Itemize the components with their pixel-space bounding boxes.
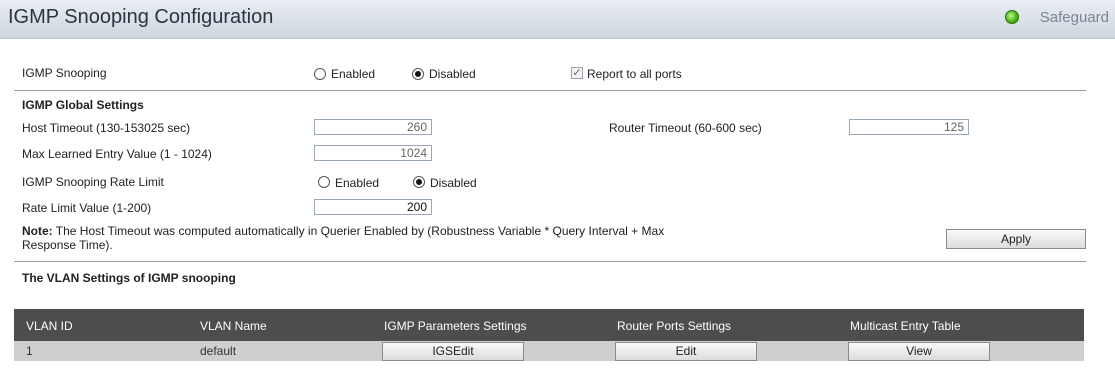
- host-timeout-input[interactable]: 260: [314, 119, 432, 135]
- igs-edit-button[interactable]: IGSEdit: [382, 342, 524, 361]
- table-row: 1 default IGSEdit Edit View: [14, 341, 1084, 361]
- router-ports-edit-button[interactable]: Edit: [615, 342, 757, 361]
- rate-limit-disabled-label: Disabled: [430, 176, 477, 190]
- rate-limit-label: IGMP Snooping Rate Limit: [22, 175, 164, 189]
- note-label: Note:: [22, 224, 53, 238]
- rate-value-input[interactable]: 200: [314, 199, 432, 215]
- snooping-enabled-radio[interactable]: [314, 68, 326, 80]
- report-all-ports-checkbox[interactable]: ✓: [571, 67, 583, 79]
- vlan-id-cell: 1: [26, 344, 33, 358]
- vlan-name-cell: default: [200, 344, 237, 358]
- rate-limit-enabled-radio[interactable]: [318, 176, 330, 188]
- col-igmp-parameters: IGMP Parameters Settings: [384, 319, 527, 333]
- safeguard-status-icon: [1005, 10, 1019, 24]
- page-title: IGMP Snooping Configuration: [8, 6, 274, 28]
- vlan-table-header: VLAN ID VLAN Name IGMP Parameters Settin…: [14, 309, 1084, 341]
- safeguard-label: Safeguard: [1039, 9, 1109, 26]
- snooping-enabled-label: Enabled: [331, 67, 376, 81]
- col-vlan-name: VLAN Name: [200, 319, 267, 333]
- col-multicast-entry: Multicast Entry Table: [850, 319, 961, 333]
- host-timeout-label: Host Timeout (130-153025 sec): [22, 121, 191, 135]
- vlan-settings-heading: The VLAN Settings of IGMP snooping: [22, 271, 236, 285]
- title-bar: IGMP Snooping Configuration Safeguard: [0, 0, 1115, 39]
- divider: [14, 261, 1086, 262]
- apply-button[interactable]: Apply: [946, 229, 1086, 249]
- snooping-disabled-radio[interactable]: [412, 68, 424, 80]
- max-entry-input[interactable]: 1024: [314, 145, 432, 161]
- global-settings-heading: IGMP Global Settings: [22, 98, 144, 112]
- multicast-view-button[interactable]: View: [848, 342, 990, 361]
- note-text: Note: The Host Timeout was computed auto…: [22, 224, 664, 238]
- note-line-1: The Host Timeout was computed automatica…: [55, 224, 665, 238]
- col-vlan-id: VLAN ID: [26, 319, 73, 333]
- max-entry-label: Max Learned Entry Value (1 - 1024): [22, 147, 212, 161]
- snooping-disabled-label: Disabled: [429, 67, 476, 81]
- col-router-ports: Router Ports Settings: [617, 319, 732, 333]
- router-timeout-label: Router Timeout (60-600 sec): [609, 121, 762, 135]
- report-all-ports-label: Report to all ports: [587, 67, 682, 81]
- rate-limit-enabled-label: Enabled: [335, 176, 380, 190]
- divider: [14, 90, 1086, 91]
- rate-limit-disabled-radio[interactable]: [413, 176, 425, 188]
- igmp-snooping-label: IGMP Snooping: [22, 66, 107, 80]
- router-timeout-input[interactable]: 125: [849, 119, 969, 135]
- rate-value-label: Rate Limit Value (1-200): [22, 201, 152, 215]
- note-line-2: Response Time).: [22, 238, 113, 252]
